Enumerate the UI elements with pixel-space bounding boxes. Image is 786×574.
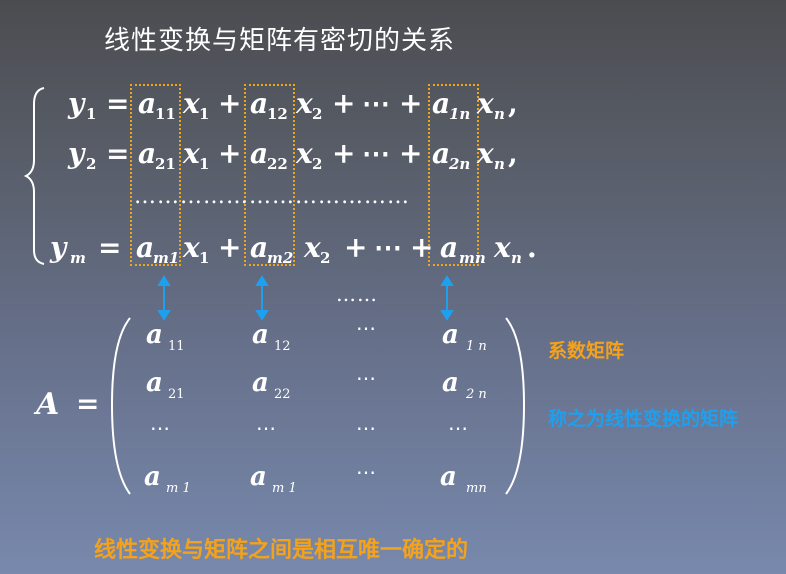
equation-ellipsis-row: ……………………………… <box>134 184 410 209</box>
matrix-right-paren <box>505 317 526 495</box>
middle-ellipsis: …… <box>336 282 378 306</box>
coefficient-matrix-label: 系数矩阵 <box>548 340 625 362</box>
double-arrow-icon <box>156 277 172 319</box>
matrix-name: A <box>36 387 60 422</box>
conclusion-text: 线性变换与矩阵之间是相互唯一确定的 <box>94 538 469 563</box>
matrix-equals: = <box>76 387 100 420</box>
double-arrow-icon <box>254 277 270 319</box>
transformation-matrix-label: 称之为线性变换的矩阵 <box>548 408 739 430</box>
matrix-left-paren <box>110 317 131 495</box>
double-arrow-icon <box>439 277 455 319</box>
